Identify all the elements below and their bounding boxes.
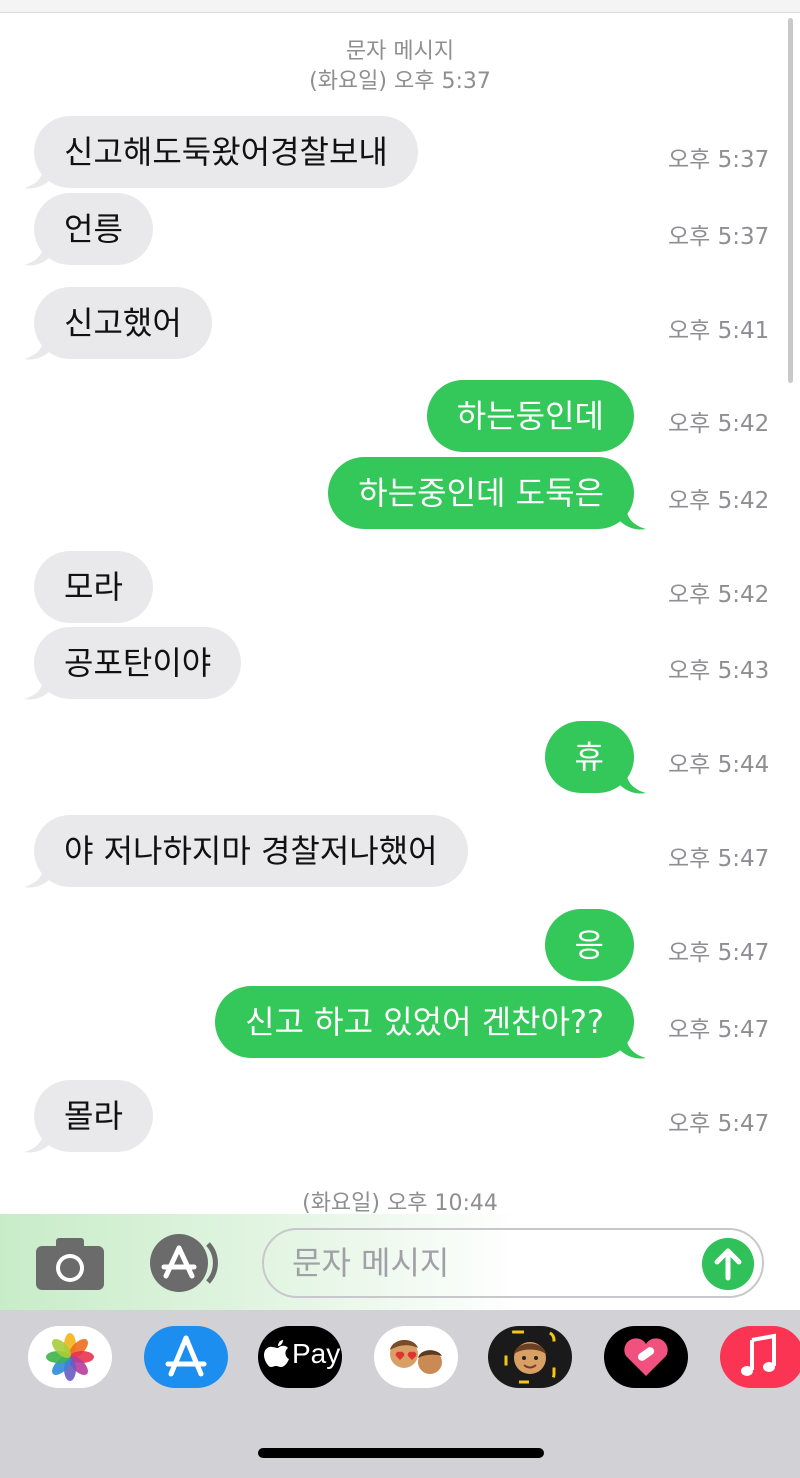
digital-touch-icon[interactable] [604,1326,688,1388]
message-time: 오후 5:47 [668,1111,770,1137]
app-store-icon[interactable] [150,1234,224,1292]
message-time: 오후 5:42 [668,582,770,608]
message-time: 오후 5:47 [668,940,770,966]
thread-label: 문자 메시지 [345,39,455,64]
message-time: 오후 5:42 [668,411,770,437]
outgoing-bubble[interactable]: 하는둥인데 [426,380,634,452]
incoming-bubble[interactable]: 공포탄이야 [34,627,242,699]
incoming-bubble[interactable]: 신고해도둑왔어경찰보내 [34,116,418,188]
app-store-icon[interactable] [144,1326,228,1388]
message-time: 오후 5:47 [668,846,770,872]
message-time: 오후 5:41 [668,318,770,344]
message-time: 오후 5:37 [668,224,770,250]
incoming-bubble[interactable]: 야 저나하지마 경찰저나했어 [34,815,468,887]
incoming-bubble[interactable]: 언릉 [34,193,153,265]
bubble-tail [24,241,50,266]
apple-pay-icon[interactable]: Pay [258,1326,342,1388]
incoming-bubble[interactable]: 신고했어 [34,287,212,359]
bubble-tail [620,769,646,794]
incoming-bubble[interactable]: 모라 [34,551,153,623]
outgoing-bubble[interactable]: 응 [544,909,634,981]
message-time: 오후 5:42 [668,488,770,514]
message-input[interactable]: 문자 메시지 [262,1228,764,1298]
bubble-tail [24,335,50,360]
message-time: 오후 5:43 [668,658,770,684]
message-time: 오후 5:44 [668,752,770,778]
arrow-up-icon[interactable] [702,1238,754,1290]
message-time: 오후 5:37 [668,147,770,173]
thread-timestamp: (화요일) 오후 5:37 [309,69,491,94]
bubble-tail [24,164,50,189]
top-divider [0,0,800,13]
message-time: 오후 5:47 [668,1017,770,1043]
bubble-tail [24,675,50,700]
incoming-bubble[interactable]: 몰라 [34,1080,153,1152]
music-icon[interactable] [720,1326,800,1388]
photos-icon[interactable] [28,1326,112,1388]
outgoing-bubble[interactable]: 신고 하고 있었어 겐찬아?? [215,986,634,1058]
bubble-tail [24,863,50,888]
memoji-icon[interactable] [488,1326,572,1388]
outgoing-bubble[interactable]: 하는중인데 도둑은 [328,457,634,529]
apple-pay-label: Pay [292,1338,341,1369]
animoji-stickers-icon[interactable] [374,1326,458,1388]
bubble-tail [620,1034,646,1059]
home-indicator[interactable] [258,1448,544,1458]
message-input-placeholder: 문자 메시지 [292,1244,450,1282]
bubble-tail [620,505,646,530]
bubble-tail [24,1128,50,1153]
camera-icon[interactable] [36,1238,104,1290]
